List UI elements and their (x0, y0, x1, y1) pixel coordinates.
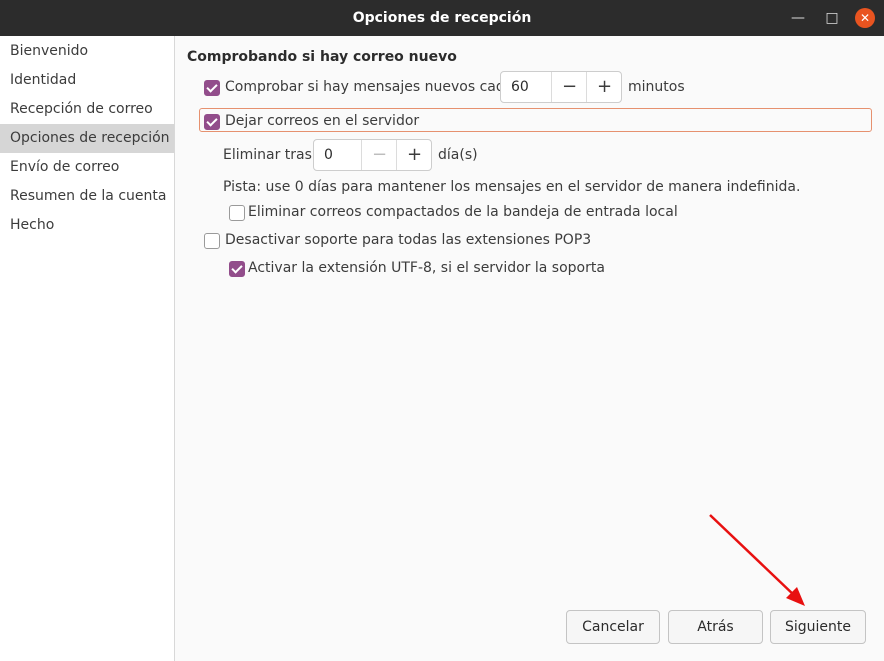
annotation-arrow (709, 514, 805, 606)
